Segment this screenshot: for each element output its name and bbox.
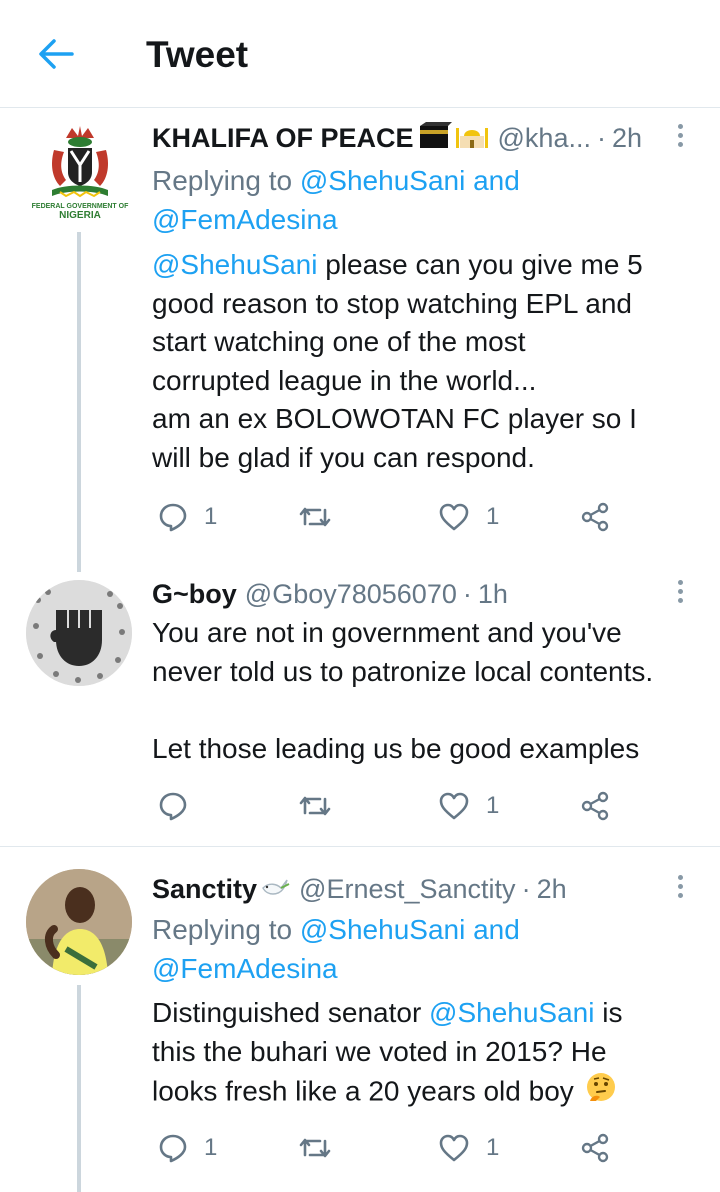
retweet-button[interactable] [298,497,348,537]
thread-line [77,985,81,1192]
mention-link[interactable]: @FemAdesina [152,204,338,235]
tweet-text: Distinguished senator @ShehuSani is this… [152,994,702,1116]
tweet-header: G~boy @Gboy78056070 · 1h [152,576,508,612]
heart-icon [439,792,469,820]
replying-to: Replying to @ShehuSani and @FemAdesina [152,165,520,235]
display-name[interactable]: KHALIFA OF PEACE [152,123,414,154]
reply-button[interactable]: 1 [158,1128,217,1168]
reply-count: 1 [204,503,218,530]
share-button[interactable] [580,497,610,537]
user-photo-icon [26,869,132,975]
heart-icon [439,503,469,531]
like-button[interactable]: 1 [438,1128,499,1168]
tweet-actions: 1 1 [152,1128,632,1168]
mosque-icon [454,120,490,157]
avatar[interactable] [26,580,132,686]
retweet-button[interactable] [298,786,348,826]
tweet-header: KHALIFA OF PEACE @kha... · 2h [152,120,642,156]
mention-link[interactable]: @FemAdesina [152,953,338,984]
avatar-caption-1: FEDERAL GOVERNMENT OF [31,203,129,210]
thread-line [77,232,81,572]
display-name[interactable]: Sanctity [152,874,257,905]
like-button[interactable]: 1 [438,786,499,826]
more-vertical-icon [670,124,690,147]
kaaba-icon [416,120,452,157]
mention-link[interactable]: @ShehuSani [152,249,317,280]
like-count: 1 [486,503,500,530]
tweet-text: You are not in government and you've nev… [152,617,654,764]
more-options-button[interactable] [670,120,690,156]
reply-count: 1 [204,1134,218,1161]
tweet-actions: 1 1 [152,497,632,537]
avatar[interactable] [26,869,132,975]
share-icon [581,1133,609,1163]
thread-line [77,558,81,570]
reply-icon [159,792,187,821]
retweet-button[interactable] [298,1128,348,1168]
tweet-actions: 1 [152,786,632,826]
mention-link[interactable]: @ShehuSani [300,165,465,196]
nigeria-coat-of-arms-icon [52,126,108,198]
mention-link[interactable]: @ShehuSani [300,914,465,945]
retweet-icon [299,1138,331,1158]
tweet-item[interactable]: G~boy @Gboy78056070 · 1h You are not in … [0,558,720,846]
separator: · [521,873,531,904]
tweet-item[interactable]: Sanctity @Ernest_Sanctity · 2h Replying … [0,847,720,1192]
reply-icon [159,1134,187,1163]
handle[interactable]: @kha... [498,123,591,154]
share-button[interactable] [580,1128,610,1168]
share-button[interactable] [580,786,610,826]
more-vertical-icon [670,580,690,603]
reply-icon [159,503,187,532]
mention-link[interactable]: @ShehuSani [429,997,594,1028]
reply-button[interactable] [158,786,204,826]
tweet-header: Sanctity @Ernest_Sanctity · 2h [152,871,567,907]
handle[interactable]: @Ernest_Sanctity [299,874,516,905]
retweet-icon [299,507,331,527]
avatar[interactable]: FEDERAL GOVERNMENT OF NIGERIA [30,120,130,220]
like-count: 1 [486,1134,500,1161]
more-options-button[interactable] [670,871,690,907]
display-name[interactable]: G~boy [152,579,237,610]
raised-fist-crowd-icon [26,580,132,686]
like-count: 1 [486,792,500,819]
timestamp[interactable]: 2h [612,123,642,154]
avatar-caption-2: NIGERIA [59,210,101,220]
more-options-button[interactable] [670,576,690,612]
share-icon [581,791,609,821]
timestamp[interactable]: 1h [478,579,508,610]
timestamp[interactable]: 2h [537,874,567,905]
heart-icon [439,1134,469,1162]
dove-icon [259,872,291,907]
tweet-item[interactable]: FEDERAL GOVERNMENT OF NIGERIA KHALIFA OF… [0,0,720,572]
share-icon [581,502,609,532]
tweet-text: @ShehuSani please can you give me 5 good… [152,249,643,473]
thinking-face-icon [584,1071,618,1116]
more-vertical-icon [670,875,690,898]
replying-to: Replying to @ShehuSani and @FemAdesina [152,914,520,984]
handle[interactable]: @Gboy78056070 [245,579,457,610]
retweet-icon [299,796,331,816]
like-button[interactable]: 1 [438,497,499,537]
reply-button[interactable]: 1 [158,497,217,537]
separator: · [462,578,472,609]
separator: · [596,122,606,153]
